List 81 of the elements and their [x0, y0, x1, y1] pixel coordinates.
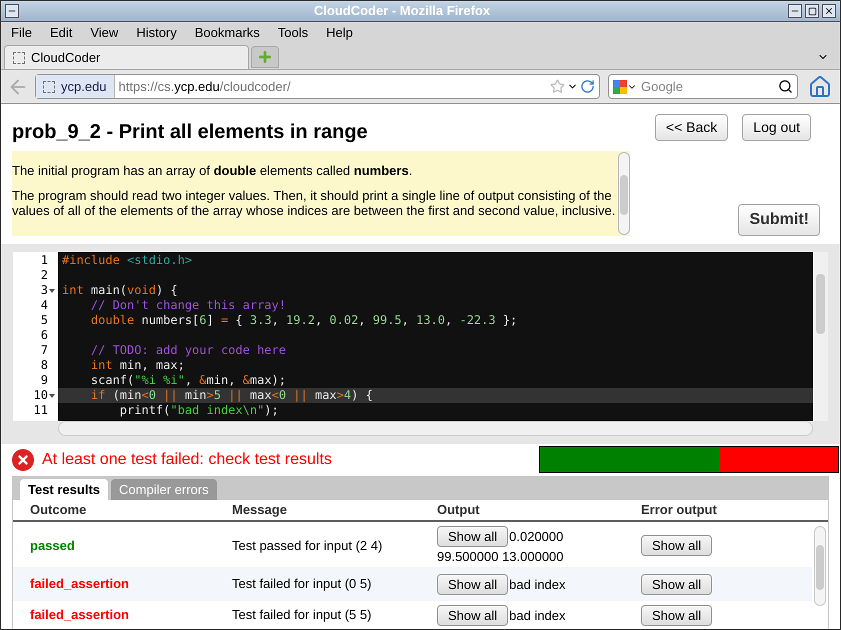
plus-icon [257, 49, 273, 65]
output-text: bad index [509, 576, 566, 594]
message-cell-text: Test passed for input (2 4) [232, 536, 384, 555]
menu-item[interactable]: View [90, 23, 118, 43]
menu-item[interactable]: Help [326, 23, 353, 43]
show-all-button[interactable]: Show all [641, 535, 712, 556]
description-text: The initial program has an array of double elements called numbers. [12, 163, 414, 178]
line-number: 8 [40, 358, 48, 373]
message-cell-text: Test failed for input (5 5) [232, 606, 372, 624]
show-all-button[interactable]: Show all [437, 526, 508, 546]
menu-item[interactable]: Edit [50, 23, 72, 43]
code-line: int main(void) { [62, 283, 178, 297]
output-text: 0.020000 [509, 528, 564, 546]
show-all-button[interactable]: Show all [437, 574, 508, 594]
code-line: scanf("%i %i", &min, &max); [90, 373, 286, 387]
code-line: // Don't change this array! [90, 298, 286, 312]
address-field[interactable]: ycp.edu https://cs.ycp.edu/cloudcoder/ [35, 74, 600, 99]
search-bar[interactable]: Google [608, 74, 798, 99]
logout-button[interactable]: Log out [742, 114, 811, 141]
show-all-button[interactable]: Show all [437, 604, 508, 626]
site-identity-button[interactable]: ycp.edu [36, 75, 115, 98]
code-line: if (min<0 || min>5 || max<0 || max>4) { [90, 388, 373, 402]
code-line: printf("bad index\n"); [118, 403, 279, 417]
problem-title: prob_9_2 - Print all elements in range [12, 120, 369, 145]
menu-item[interactable]: History [136, 23, 177, 43]
outcome-cell-text: failed_assertion [30, 575, 130, 594]
page-icon [13, 52, 25, 64]
line-number: 11 [34, 403, 48, 418]
show-all-button[interactable]: Show all [641, 604, 712, 626]
line-number: 1 [40, 253, 48, 268]
code-line: #include <stdio.h> [62, 253, 192, 267]
search-engine-icon[interactable] [613, 80, 637, 94]
line-number: 9 [40, 373, 48, 388]
back-button[interactable]: << Back [654, 114, 728, 141]
error-icon [12, 448, 34, 470]
code-editor[interactable] [13, 252, 828, 421]
window-title: CloudCoder - Mozilla Firefox [312, 2, 492, 20]
search-icon[interactable] [778, 79, 793, 94]
home-icon[interactable] [808, 74, 832, 98]
page-icon [43, 80, 55, 92]
scrollbar[interactable] [618, 152, 630, 235]
browser-tab[interactable]: CloudCoder [4, 45, 249, 69]
line-number: 5 [40, 313, 48, 328]
code-line: double numbers[6] = { 3.3, 19.2, 0.02, 99.5, 13.0, -22.3 }; [90, 313, 518, 327]
scrollbar[interactable] [813, 252, 828, 421]
output-text: bad index [509, 606, 566, 624]
scrollbar[interactable] [814, 526, 826, 606]
minimize-icon[interactable] [788, 4, 802, 18]
code-line: int min, max; [90, 358, 185, 372]
line-number: 7 [40, 343, 48, 358]
outcome-cell-text: failed_assertion [30, 606, 130, 624]
submit-button[interactable]: Submit! [738, 204, 820, 236]
line-number: 2 [40, 268, 48, 283]
horizontal-scrollbar[interactable] [58, 421, 813, 436]
reload-icon[interactable] [580, 79, 595, 94]
line-number: 4 [40, 298, 48, 313]
menu-item[interactable]: File [11, 23, 32, 43]
show-all-button[interactable]: Show all [641, 574, 712, 594]
message-cell-text: Test failed for input (0 5) [232, 575, 372, 594]
url-text: https://cs.ycp.edu/cloudcoder/ [118, 78, 292, 96]
column-header: Message [232, 501, 288, 520]
fold-icon[interactable] [49, 288, 55, 292]
description-text: The program should read two integer values. Then, it should print a single line of output consisting of the values of all of the elements of the array whose indices are between the first and second value, inclusive. [12, 188, 616, 218]
search-field[interactable]: Google [641, 76, 778, 96]
status-message: At least one test failed: check test results [42, 450, 332, 470]
line-number: 3 [40, 283, 48, 298]
window-menu-icon[interactable] [5, 4, 19, 18]
menu-item[interactable]: Tools [278, 23, 308, 43]
bookmark-star-icon[interactable] [550, 79, 565, 94]
line-number: 6 [40, 328, 48, 343]
code-line: // TODO: add your code here [90, 343, 286, 357]
maximize-icon[interactable] [805, 4, 819, 18]
column-header: Error output [641, 501, 718, 520]
output-text: 99.500000 13.000000 [437, 548, 564, 566]
column-header: Outcome [30, 501, 88, 520]
line-number: 10 [34, 388, 48, 403]
outcome-cell-text: passed [30, 536, 76, 555]
result-tab[interactable]: Test results [20, 479, 108, 500]
column-header: Output [437, 501, 481, 520]
close-icon[interactable] [822, 4, 836, 18]
menu-item[interactable]: Bookmarks [194, 23, 260, 43]
